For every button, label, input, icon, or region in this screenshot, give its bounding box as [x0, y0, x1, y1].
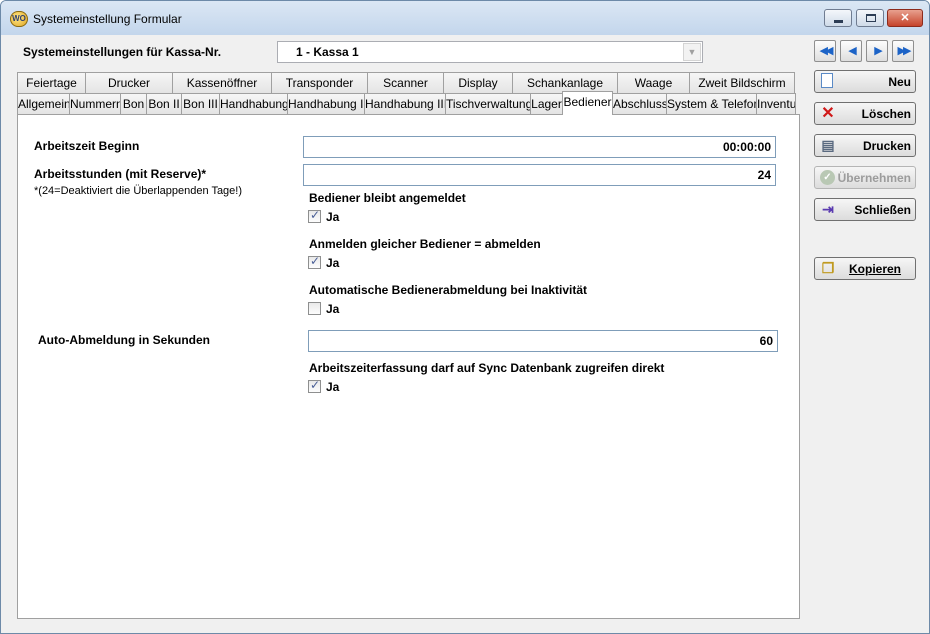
- next-record-button[interactable]: ▶: [866, 40, 888, 62]
- maximize-button[interactable]: [856, 9, 884, 27]
- check-icon: ✓: [310, 378, 321, 392]
- tab-nummern[interactable]: Nummern: [69, 93, 121, 115]
- schliessen-button[interactable]: ⇥ Schließen: [814, 198, 916, 221]
- tab-row-front: Allgemein Nummern Bon Bon II Bon III Han…: [17, 91, 796, 115]
- tab-allgemein[interactable]: Allgemein: [17, 93, 70, 115]
- tab-handhabung-iii[interactable]: Handhabung III: [364, 93, 446, 115]
- sync-checkbox[interactable]: ✓: [308, 378, 321, 393]
- tab-handhabung[interactable]: Handhabung: [219, 93, 288, 115]
- delete-icon: ✕: [821, 105, 835, 122]
- window: WO Systemeinstellung Formular ✕ Systemei…: [0, 0, 930, 634]
- previous-record-icon: ◀: [848, 45, 857, 57]
- auto-abmeldung-checkbox-label[interactable]: Ja: [326, 302, 339, 316]
- tab-feiertage[interactable]: Feiertage: [17, 72, 86, 94]
- gleicher-bediener-checkbox-label[interactable]: Ja: [326, 256, 339, 270]
- bleibt-angemeldet-checkbox-label[interactable]: Ja: [326, 210, 339, 224]
- tab-lager[interactable]: Lager: [530, 93, 563, 115]
- tab-panel-bediener: Arbeitszeit Beginn 00:00:00 Arbeitsstund…: [17, 114, 800, 619]
- tab-tischverwaltung[interactable]: Tischverwaltung: [445, 93, 531, 115]
- kassa-label: Systemeinstellungen für Kassa-Nr.: [23, 45, 222, 59]
- auto-abmeldung-heading: Automatische Bedienerabmeldung bei Inakt…: [309, 283, 588, 297]
- check-icon: ✓: [310, 254, 321, 268]
- loeschen-button-label: Löschen: [861, 107, 911, 121]
- copy-icon: ❐: [821, 260, 835, 276]
- title-bar: WO Systemeinstellung Formular ✕: [1, 1, 929, 35]
- first-record-button[interactable]: ◀◀: [814, 40, 836, 62]
- previous-record-button[interactable]: ◀: [840, 40, 862, 62]
- printer-icon: ▤: [821, 137, 835, 153]
- tab-kassenoeffner[interactable]: Kassenöffner: [172, 72, 272, 94]
- sync-checkbox-label[interactable]: Ja: [326, 380, 339, 394]
- tab-inventur[interactable]: Inventur: [756, 93, 796, 115]
- maximize-icon: [866, 14, 876, 22]
- kassa-selected-value: 1 - Kassa 1: [296, 45, 359, 59]
- loeschen-button[interactable]: ✕ Löschen: [814, 102, 916, 125]
- tab-handhabung-ii[interactable]: Handhabung II: [287, 93, 365, 115]
- arbeitsstunden-label: Arbeitsstunden (mit Reserve)*: [34, 167, 207, 181]
- apply-icon: ✓: [820, 170, 835, 185]
- tab-bediener[interactable]: Bediener: [562, 91, 613, 115]
- next-record-icon: ▶: [874, 45, 883, 57]
- minimize-icon: [834, 20, 843, 23]
- kassa-select[interactable]: 1 - Kassa 1 ▼: [277, 41, 703, 63]
- tab-scanner[interactable]: Scanner: [367, 72, 444, 94]
- bleibt-angemeldet-checkbox[interactable]: ✓: [308, 208, 321, 223]
- window-title: Systemeinstellung Formular: [33, 12, 182, 26]
- tab-bon-iii[interactable]: Bon III: [181, 93, 220, 115]
- minimize-button[interactable]: [824, 9, 852, 27]
- tab-bon[interactable]: Bon: [120, 93, 147, 115]
- bleibt-angemeldet-heading: Bediener bleibt angemeldet: [309, 191, 466, 205]
- close-icon: ✕: [900, 12, 910, 24]
- close-button[interactable]: ✕: [887, 9, 923, 27]
- tab-transponder[interactable]: Transponder: [271, 72, 368, 94]
- drucken-button-label: Drucken: [862, 139, 911, 153]
- neu-button-label: Neu: [888, 75, 911, 89]
- last-record-icon: ▶▶: [897, 45, 912, 57]
- auto-abmeldung-sekunden-field[interactable]: 60: [308, 330, 778, 352]
- tab-abschluss[interactable]: Abschluss: [612, 93, 667, 115]
- tab-zweit-bildschirm[interactable]: Zweit Bildschirm: [689, 72, 795, 94]
- neu-button[interactable]: Neu: [814, 70, 916, 93]
- last-record-button[interactable]: ▶▶: [892, 40, 914, 62]
- uebernehmen-button-label: Übernehmen: [837, 171, 911, 185]
- tab-drucker[interactable]: Drucker: [85, 72, 173, 94]
- chevron-down-icon[interactable]: ▼: [683, 43, 701, 61]
- tab-system-telefon[interactable]: System & Telefon: [666, 93, 757, 115]
- arbeitsstunden-note: *(24=Deaktiviert die Überlappenden Tage!…: [34, 185, 243, 197]
- arbeitsstunden-field[interactable]: 24: [303, 164, 776, 186]
- arbeitszeit-beginn-field[interactable]: 00:00:00: [303, 136, 776, 158]
- drucken-button[interactable]: ▤ Drucken: [814, 134, 916, 157]
- gleicher-bediener-heading: Anmelden gleicher Bediener = abmelden: [309, 237, 541, 251]
- check-icon: ✓: [310, 208, 321, 222]
- sync-heading: Arbeitszeiterfassung darf auf Sync Daten…: [309, 361, 665, 375]
- kopieren-button-label: Kopieren: [849, 262, 902, 276]
- app-icon: WO: [10, 11, 28, 27]
- tab-bon-ii[interactable]: Bon II: [146, 93, 182, 115]
- auto-abmeldung-checkbox[interactable]: [308, 302, 321, 315]
- auto-abmeldung-sekunden-label: Auto-Abmeldung in Sekunden: [38, 333, 210, 347]
- tab-row-back: Feiertage Drucker Kassenöffner Transpond…: [17, 72, 795, 94]
- new-document-icon: [821, 73, 833, 88]
- gleicher-bediener-checkbox[interactable]: ✓: [308, 254, 321, 269]
- kopieren-button[interactable]: ❐ Kopieren: [814, 257, 916, 280]
- arbeitszeit-beginn-label: Arbeitszeit Beginn: [34, 139, 140, 153]
- schliessen-button-label: Schließen: [854, 203, 911, 217]
- first-record-icon: ◀◀: [819, 45, 834, 57]
- tab-waage[interactable]: Waage: [617, 72, 690, 94]
- exit-door-icon: ⇥: [822, 201, 834, 217]
- tab-display[interactable]: Display: [443, 72, 513, 94]
- uebernehmen-button[interactable]: ✓ Übernehmen: [814, 166, 916, 189]
